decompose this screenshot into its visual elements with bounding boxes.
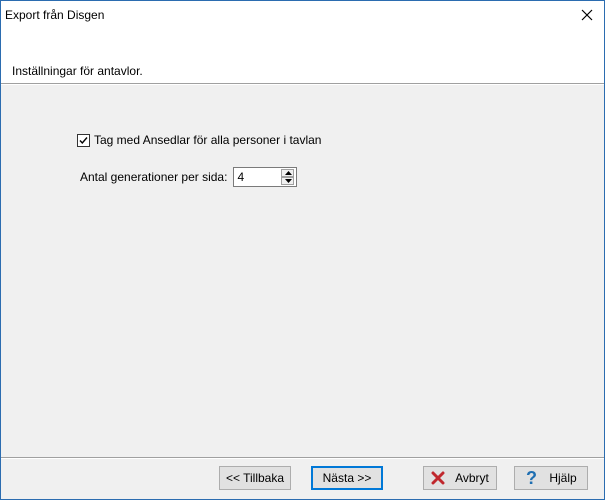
generations-spinner[interactable] bbox=[233, 167, 298, 187]
window-title: Export från Disgen bbox=[5, 8, 105, 22]
arrow-up-icon bbox=[285, 171, 293, 175]
cancel-button-label: Avbryt bbox=[455, 471, 489, 485]
footer-divider-highlight bbox=[1, 458, 604, 459]
generations-label: Antal generationer per sida: bbox=[80, 170, 228, 184]
question-mark-icon: ? bbox=[525, 469, 539, 487]
generations-input[interactable] bbox=[237, 170, 278, 184]
checkmark-icon bbox=[79, 136, 88, 144]
title-bar: Export från Disgen bbox=[1, 1, 604, 28]
back-button[interactable]: << Tillbaka bbox=[219, 466, 291, 490]
svg-text:?: ? bbox=[526, 469, 537, 487]
cancel-button[interactable]: Avbryt bbox=[423, 466, 497, 490]
spin-up-button[interactable] bbox=[281, 169, 295, 177]
include-ansedlar-option[interactable]: Tag med Ansedlar för alla personer i tav… bbox=[77, 133, 321, 147]
next-button-label: Nästa >> bbox=[322, 471, 372, 485]
close-icon[interactable] bbox=[570, 1, 604, 28]
settings-panel: Tag med Ansedlar för alla personer i tav… bbox=[1, 85, 604, 457]
cancel-x-icon bbox=[431, 471, 445, 485]
generations-row: Antal generationer per sida: bbox=[80, 167, 298, 187]
arrow-down-icon bbox=[285, 179, 293, 183]
back-button-label: << Tillbaka bbox=[225, 471, 285, 485]
help-button-label: Hjälp bbox=[549, 471, 577, 485]
spin-down-button[interactable] bbox=[281, 177, 295, 185]
export-dialog: Export från Disgen Inställningar för ant… bbox=[0, 0, 605, 500]
help-button[interactable]: ? Hjälp bbox=[514, 466, 588, 490]
include-ansedlar-checkbox[interactable] bbox=[77, 133, 90, 147]
include-ansedlar-label: Tag med Ansedlar för alla personer i tav… bbox=[94, 133, 322, 147]
wizard-header: Inställningar för antavlor. bbox=[1, 28, 604, 84]
next-button[interactable]: Nästa >> bbox=[311, 466, 383, 490]
page-subtitle: Inställningar för antavlor. bbox=[12, 64, 143, 78]
